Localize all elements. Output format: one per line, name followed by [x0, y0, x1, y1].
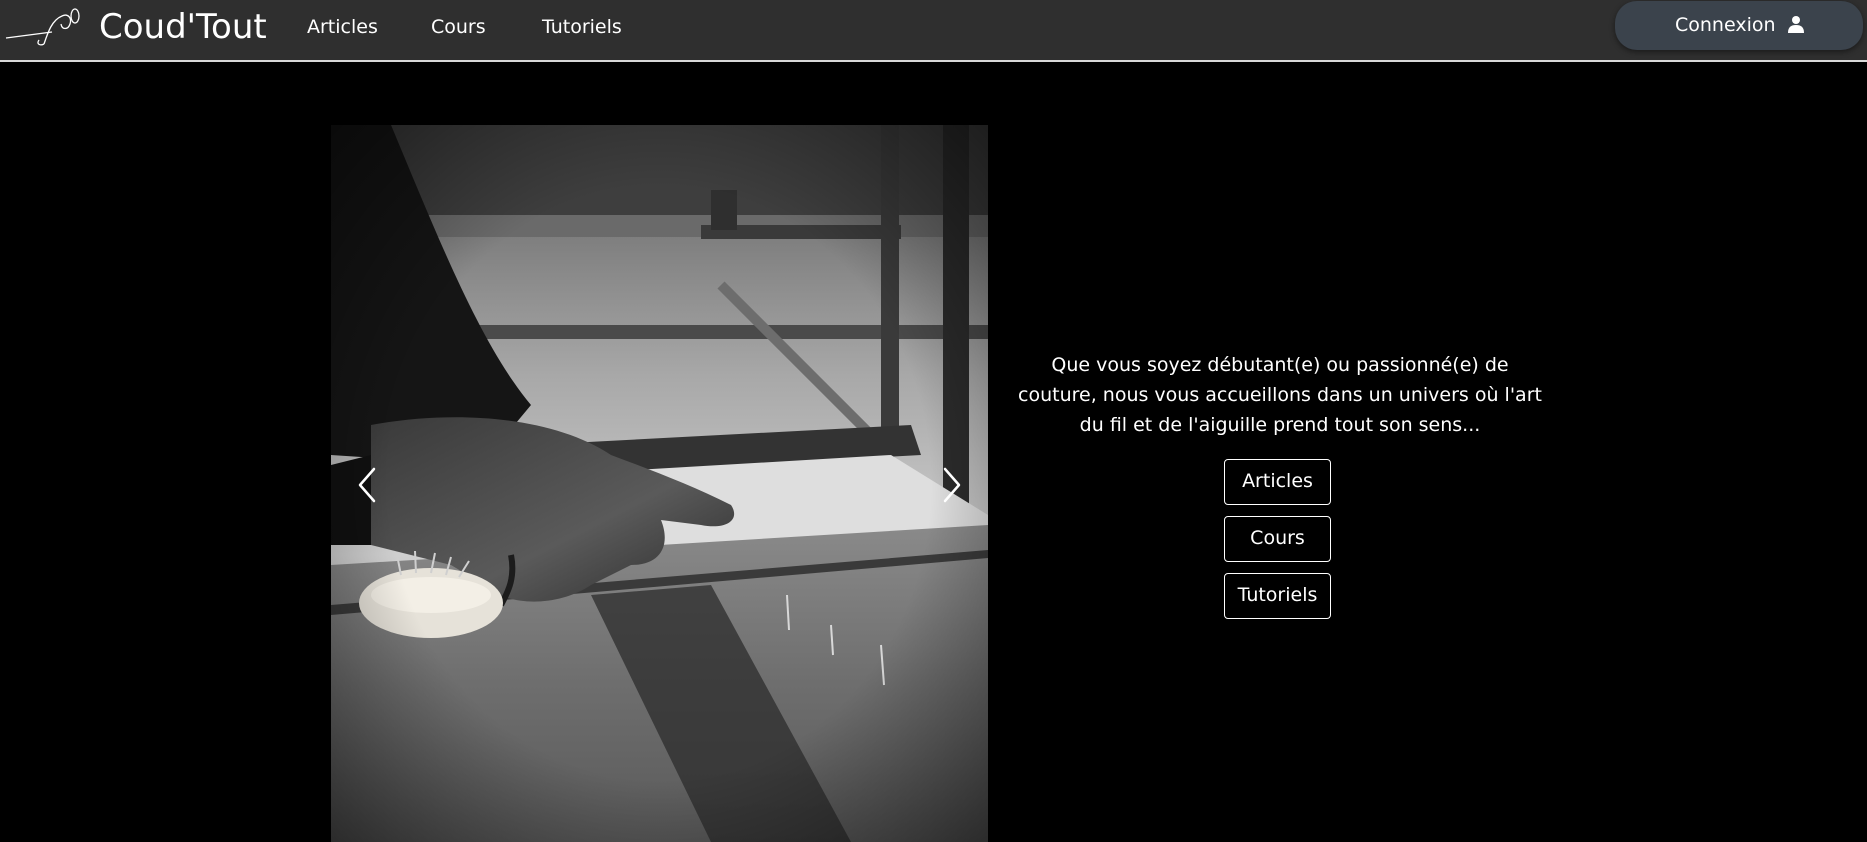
top-navbar: Coud'Tout Articles Cours Tutoriels Conne…: [0, 0, 1867, 62]
user-icon: [1788, 16, 1804, 33]
nav-link-tutoriels[interactable]: Tutoriels: [542, 14, 622, 40]
intro-text: Que vous soyez débutant(e) ou passionné(…: [1018, 354, 1542, 436]
needle-thread-logo-icon[interactable]: [4, 4, 82, 50]
carousel-image-sewing-hands: [331, 125, 988, 842]
articles-button[interactable]: Articles: [1224, 459, 1331, 505]
chevron-right-icon[interactable]: [937, 463, 967, 507]
nav-link-articles[interactable]: Articles: [307, 14, 378, 40]
login-button-label: Connexion: [1675, 14, 1776, 36]
chevron-left-icon[interactable]: [352, 463, 382, 507]
login-button[interactable]: Connexion: [1615, 1, 1863, 50]
cours-button[interactable]: Cours: [1224, 516, 1331, 562]
brand-name[interactable]: Coud'Tout: [99, 6, 267, 48]
nav-link-cours[interactable]: Cours: [431, 14, 486, 40]
tutoriels-button[interactable]: Tutoriels: [1224, 573, 1331, 619]
